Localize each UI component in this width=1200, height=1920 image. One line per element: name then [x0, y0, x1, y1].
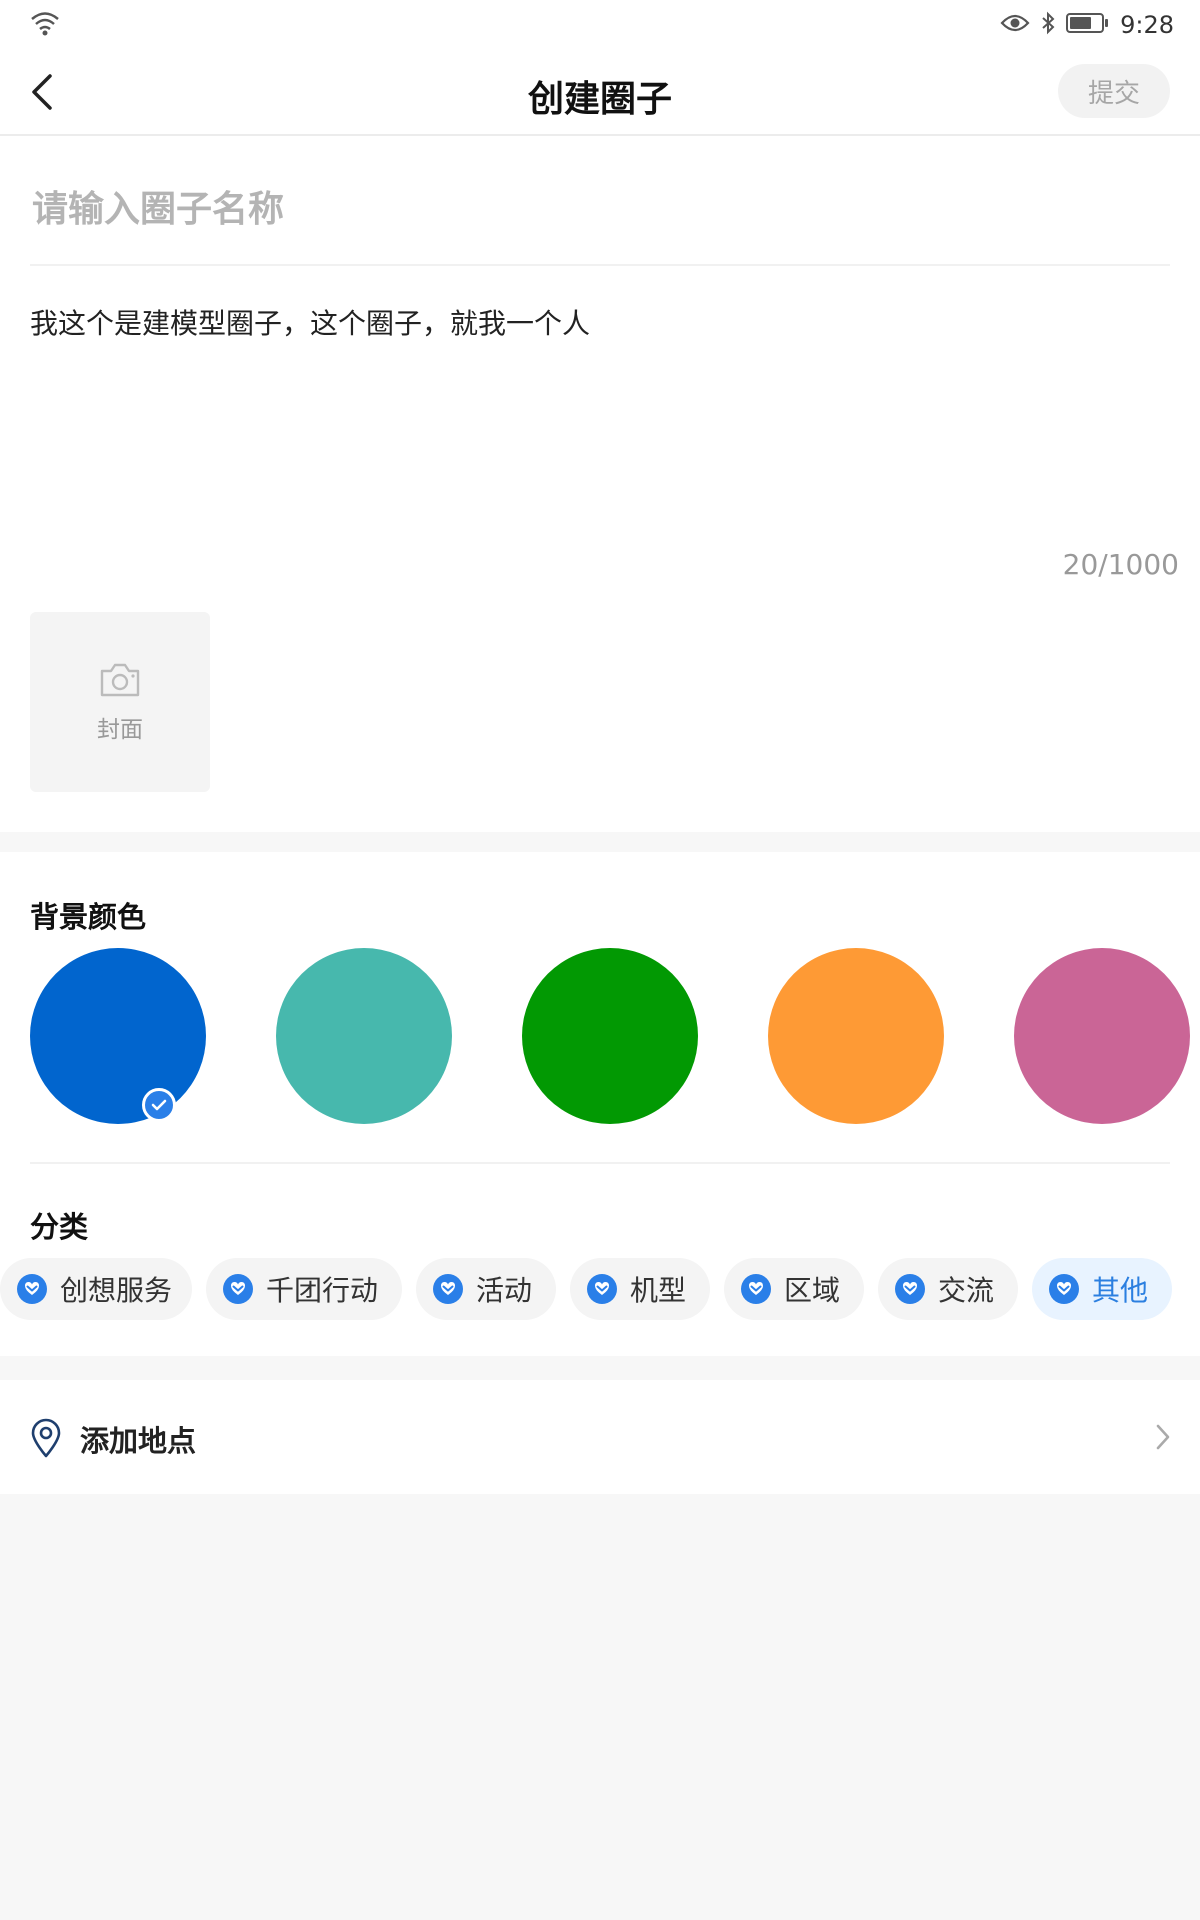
add-location-row[interactable]: 添加地点: [0, 1380, 1200, 1494]
add-location-label: 添加地点: [80, 1424, 197, 1458]
category-chip[interactable]: 区域: [724, 1258, 864, 1320]
category-heart-icon: [1048, 1273, 1080, 1305]
category-chip[interactable]: 交流: [878, 1258, 1018, 1320]
selected-check-icon: [142, 1088, 176, 1122]
category-heart-icon: [894, 1273, 926, 1305]
category-chip[interactable]: 创想服务: [0, 1258, 192, 1320]
bluetooth-icon: [1040, 11, 1056, 39]
cover-label: 封面: [97, 717, 143, 743]
status-time: 9:28: [1120, 11, 1174, 39]
circle-name-input[interactable]: [30, 178, 1174, 240]
status-bar: 9:28: [0, 0, 1200, 50]
category-chip[interactable]: 活动: [416, 1258, 556, 1320]
eye-icon: [1000, 13, 1030, 37]
category-heart-icon: [740, 1273, 772, 1305]
form-card: 我这个是建模型圈子，这个圈子，就我一个人 20/1000 封面: [0, 136, 1200, 832]
category-heart-icon: [432, 1273, 464, 1305]
category-chip[interactable]: 机型: [570, 1258, 710, 1320]
color-swatch-teal[interactable]: [276, 948, 452, 1124]
nav-bar: 创建圈子 提交: [0, 50, 1200, 136]
wifi-icon: [30, 10, 60, 40]
color-swatch-orange[interactable]: [768, 948, 944, 1124]
divider: [30, 1162, 1170, 1164]
status-icons: 9:28: [1000, 10, 1174, 40]
category-title: 分类: [30, 1210, 89, 1244]
color-swatch-pink[interactable]: [1014, 948, 1190, 1124]
battery-icon: [1066, 12, 1110, 38]
category-heart-icon: [222, 1273, 254, 1305]
location-pin-icon: [30, 1418, 62, 1462]
divider: [30, 264, 1170, 266]
category-chip[interactable]: 千团行动: [206, 1258, 402, 1320]
color-swatch-blue[interactable]: [30, 948, 206, 1124]
category-heart-icon: [16, 1273, 48, 1305]
chevron-right-icon: [1154, 1422, 1172, 1456]
page-title: 创建圈子: [527, 79, 672, 120]
description-textarea[interactable]: 我这个是建模型圈子，这个圈子，就我一个人: [30, 304, 1170, 344]
settings-card: 背景颜色 分类 创想服务 千团行动 活动 机型 区域 交流 其他: [0, 852, 1200, 1356]
submit-button[interactable]: 提交: [1058, 64, 1170, 118]
color-swatch-green[interactable]: [522, 948, 698, 1124]
category-heart-icon: [586, 1273, 618, 1305]
background-color-title: 背景颜色: [30, 900, 147, 934]
char-counter: 20/1000: [1062, 548, 1179, 581]
camera-icon: [98, 662, 142, 702]
category-chip[interactable]: 其他: [1032, 1258, 1172, 1320]
cover-upload-button[interactable]: [30, 612, 210, 792]
